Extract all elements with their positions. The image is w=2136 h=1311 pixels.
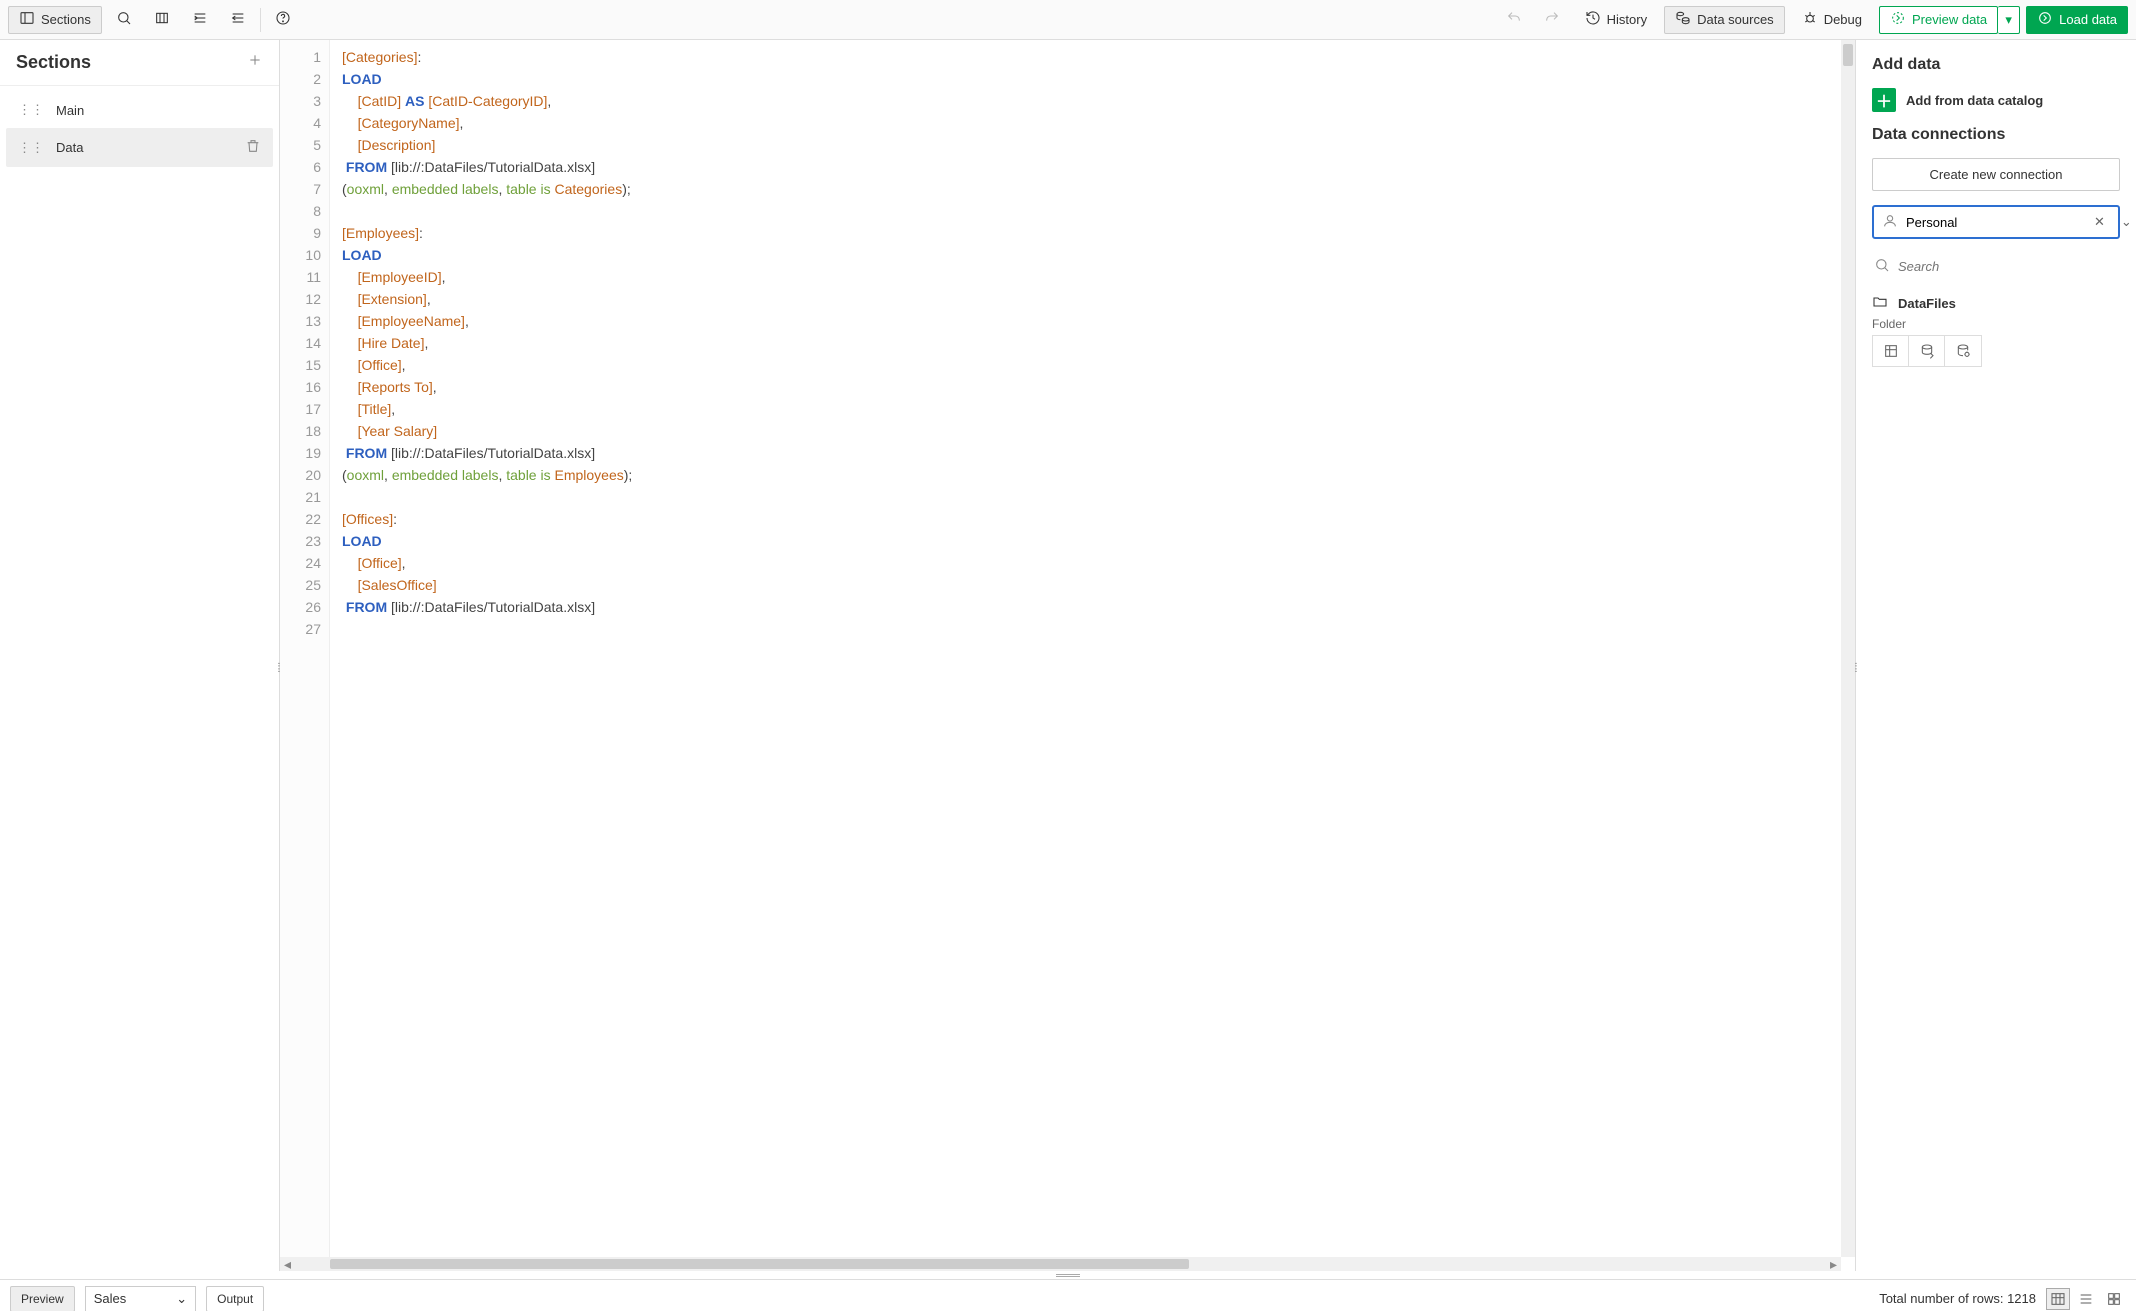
editor-code[interactable]: [Categories]: LOAD [CatID] AS [CatID-Cat…: [330, 40, 1855, 1271]
preview-tab[interactable]: Preview: [10, 1286, 75, 1311]
table-selector-value: Sales: [94, 1291, 127, 1306]
outdent-icon: [230, 10, 246, 29]
load-data-label: Load data: [2059, 12, 2117, 27]
outdent-button[interactable]: [222, 6, 254, 34]
add-data-title: Add data: [1872, 56, 2120, 74]
connection-name: DataFiles: [1898, 296, 1956, 311]
space-input[interactable]: [1906, 215, 2082, 230]
chevron-down-icon: ⌄: [176, 1291, 187, 1307]
script-editor[interactable]: 1 2 3 4 5 6 7 8 9 10 11 12 13 14 15 16 1…: [280, 40, 1855, 1271]
section-label: Main: [56, 103, 84, 118]
sections-button-label: Sections: [41, 12, 91, 27]
table-selector[interactable]: Sales ⌄: [85, 1286, 196, 1311]
chevron-down-icon: ▾: [2005, 12, 2012, 28]
indent-button[interactable]: [184, 6, 216, 34]
top-toolbar: Sections History Data sources Debug Prev…: [0, 0, 2136, 40]
add-catalog-label: Add from data catalog: [1906, 93, 2043, 108]
search-icon: [116, 10, 132, 29]
connection-settings-button[interactable]: [1945, 336, 1981, 366]
space-selector[interactable]: ✕ ⌄: [1872, 205, 2120, 239]
sections-sidebar: Sections ⋮⋮ Main ⋮⋮ Data ⦙: [0, 40, 280, 1271]
redo-button[interactable]: [1536, 6, 1568, 34]
view-grid-button[interactable]: [2102, 1288, 2126, 1310]
section-item-data[interactable]: ⋮⋮ Data: [6, 128, 273, 167]
clear-space-button[interactable]: ✕: [2090, 214, 2109, 230]
section-item-main[interactable]: ⋮⋮ Main: [6, 92, 273, 128]
editor-vscroll[interactable]: [1841, 40, 1855, 1257]
add-section-button[interactable]: [247, 52, 263, 73]
work-area: Sections ⋮⋮ Main ⋮⋮ Data ⦙ 1 2 3 4 5 6 7…: [0, 40, 2136, 1271]
debug-label: Debug: [1824, 12, 1862, 27]
add-from-catalog-button[interactable]: ＋ Add from data catalog: [1872, 88, 2120, 112]
delete-section-button[interactable]: [245, 138, 261, 157]
folder-icon: [1872, 294, 1888, 313]
data-sources-button[interactable]: Data sources: [1664, 6, 1785, 34]
select-data-button[interactable]: [1873, 336, 1909, 366]
editor-pane: 1 2 3 4 5 6 7 8 9 10 11 12 13 14 15 16 1…: [280, 40, 1856, 1271]
view-list-button[interactable]: [2074, 1288, 2098, 1310]
section-label: Data: [56, 140, 83, 155]
undo-icon: [1506, 10, 1522, 29]
search-button[interactable]: [108, 6, 140, 34]
comment-icon: [154, 10, 170, 29]
horizontal-splitter[interactable]: [0, 1271, 2136, 1279]
rightpanel-collapse-handle[interactable]: ⦙: [1852, 656, 1860, 680]
comment-toggle-button[interactable]: [146, 6, 178, 34]
connection-subtitle: Folder: [1872, 317, 2120, 331]
plus-icon: ＋: [1872, 88, 1896, 112]
sections-button[interactable]: Sections: [8, 6, 102, 34]
output-tab-label: Output: [217, 1292, 253, 1306]
indent-icon: [192, 10, 208, 29]
preview-icon: [1890, 10, 1906, 29]
toolbar-divider: [260, 8, 261, 32]
preview-pane: Preview Sales ⌄ Output Total number of r…: [0, 1279, 2136, 1311]
right-panel: ⦙ Add data ＋ Add from data catalog Data …: [1856, 40, 2136, 1271]
insert-script-button[interactable]: [1909, 336, 1945, 366]
history-icon: [1585, 10, 1601, 29]
output-tab[interactable]: Output: [206, 1286, 264, 1311]
data-sources-icon: [1675, 10, 1691, 29]
search-icon: [1874, 257, 1890, 276]
debug-icon: [1802, 10, 1818, 29]
redo-icon: [1544, 10, 1560, 29]
load-data-button[interactable]: Load data: [2026, 6, 2128, 34]
load-icon: [2037, 10, 2053, 29]
history-button[interactable]: History: [1574, 6, 1658, 34]
space-dropdown-button[interactable]: ⌄: [2117, 214, 2136, 230]
preview-data-label: Preview data: [1912, 12, 1987, 27]
editor-gutter: 1 2 3 4 5 6 7 8 9 10 11 12 13 14 15 16 1…: [280, 40, 330, 1271]
preview-data-dropdown[interactable]: ▾: [1998, 6, 2020, 34]
create-connection-button[interactable]: Create new connection: [1872, 158, 2120, 191]
sections-title: Sections: [16, 52, 91, 73]
create-connection-label: Create new connection: [1930, 167, 2063, 182]
preview-data-button[interactable]: Preview data: [1879, 6, 1998, 34]
drag-handle-icon[interactable]: ⋮⋮: [18, 102, 44, 118]
total-rows-label: Total number of rows: 1218: [1879, 1291, 2036, 1306]
drag-handle-icon[interactable]: ⋮⋮: [18, 140, 44, 156]
connection-item[interactable]: DataFiles Folder: [1872, 294, 2120, 367]
data-connections-title: Data connections: [1872, 126, 2120, 144]
help-button[interactable]: [267, 6, 299, 34]
data-sources-label: Data sources: [1697, 12, 1774, 27]
undo-button[interactable]: [1498, 6, 1530, 34]
editor-hscroll[interactable]: ◂▸: [280, 1257, 1841, 1271]
user-icon: [1882, 213, 1898, 232]
help-icon: [275, 10, 291, 29]
connection-search[interactable]: [1872, 253, 2120, 280]
view-table-button[interactable]: [2046, 1288, 2070, 1310]
connection-search-input[interactable]: [1898, 259, 2118, 274]
connection-actions: [1872, 335, 1982, 367]
history-label: History: [1607, 12, 1647, 27]
preview-tab-label: Preview: [21, 1292, 64, 1306]
debug-button[interactable]: Debug: [1791, 6, 1873, 34]
panel-icon: [19, 10, 35, 29]
